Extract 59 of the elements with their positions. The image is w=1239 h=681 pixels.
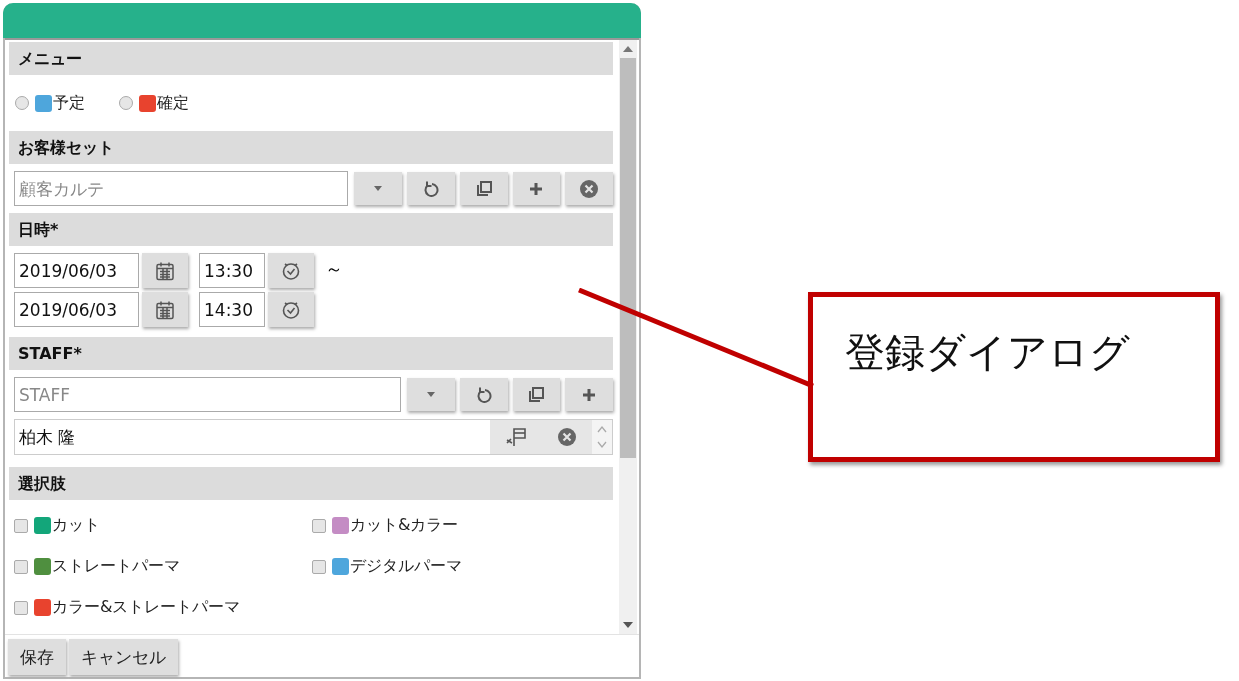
clock-icon xyxy=(282,261,300,280)
calendar-button[interactable] xyxy=(142,253,188,288)
option-label: デジタルパーマ xyxy=(350,556,462,577)
clock-button[interactable] xyxy=(268,292,314,327)
clock-button[interactable] xyxy=(268,253,314,288)
copy-button[interactable] xyxy=(459,172,508,205)
caret-icon xyxy=(373,185,384,192)
option-label: カット xyxy=(52,515,100,536)
scroll-up-icon xyxy=(623,46,633,52)
scrollbar[interactable] xyxy=(619,40,637,634)
callout-text: 登録ダイアログ xyxy=(845,329,1130,375)
plus-icon xyxy=(529,181,544,196)
flag-icon xyxy=(504,427,527,447)
customer-field[interactable]: 顧客カルテ xyxy=(14,171,349,206)
clock-icon xyxy=(282,300,300,319)
refresh-icon xyxy=(422,180,439,197)
add-button[interactable] xyxy=(512,172,561,205)
option-label: カット&カラー xyxy=(350,515,459,536)
time-field[interactable]: 14:30 xyxy=(199,292,265,327)
caret-icon xyxy=(425,391,436,398)
copy-icon xyxy=(474,179,493,198)
radio-button[interactable] xyxy=(15,96,29,110)
staff-name: 柏木 隆 xyxy=(18,425,76,449)
section-heading: 選択肢 xyxy=(9,467,613,500)
range-separator: ～ xyxy=(325,256,343,281)
option-label: 予定 xyxy=(53,92,85,114)
staff-field[interactable]: STAFF xyxy=(14,377,401,412)
copy-icon xyxy=(527,385,546,404)
option-label: ストレートパーマ xyxy=(52,556,180,577)
scroll-down-icon xyxy=(623,622,633,628)
clear-icon xyxy=(580,179,599,198)
section-heading: STAFF* xyxy=(9,337,613,370)
refresh-button[interactable] xyxy=(459,378,508,411)
calendar-icon xyxy=(155,299,175,320)
checkbox[interactable] xyxy=(14,518,28,533)
radio-button[interactable] xyxy=(119,96,133,110)
calendar-icon xyxy=(155,260,175,281)
checkbox[interactable] xyxy=(312,559,326,574)
time-field[interactable]: 13:30 xyxy=(199,253,265,288)
add-button[interactable] xyxy=(565,378,613,411)
section-heading: メニュー xyxy=(9,42,613,75)
copy-button[interactable] xyxy=(512,378,561,411)
date-field[interactable]: 2019/06/03 xyxy=(14,292,139,327)
option-label: カラー&ストレートパーマ xyxy=(52,597,241,618)
refresh-icon xyxy=(475,386,492,403)
checkbox[interactable] xyxy=(14,600,28,615)
refresh-button[interactable] xyxy=(407,172,455,205)
plus-icon xyxy=(582,387,597,402)
clear-button[interactable] xyxy=(565,172,613,205)
checkbox[interactable] xyxy=(312,518,326,533)
date-field[interactable]: 2019/06/03 xyxy=(14,253,139,288)
clear-icon xyxy=(557,428,576,446)
section-heading: 日時* xyxy=(9,213,613,246)
checkbox[interactable] xyxy=(14,559,28,574)
footer-button[interactable]: 保存 xyxy=(8,639,66,675)
section-heading: お客様セット xyxy=(9,131,613,164)
footer-button[interactable]: キャンセル xyxy=(69,639,178,675)
calendar-button[interactable] xyxy=(142,292,188,327)
option-label: 確定 xyxy=(157,92,189,114)
